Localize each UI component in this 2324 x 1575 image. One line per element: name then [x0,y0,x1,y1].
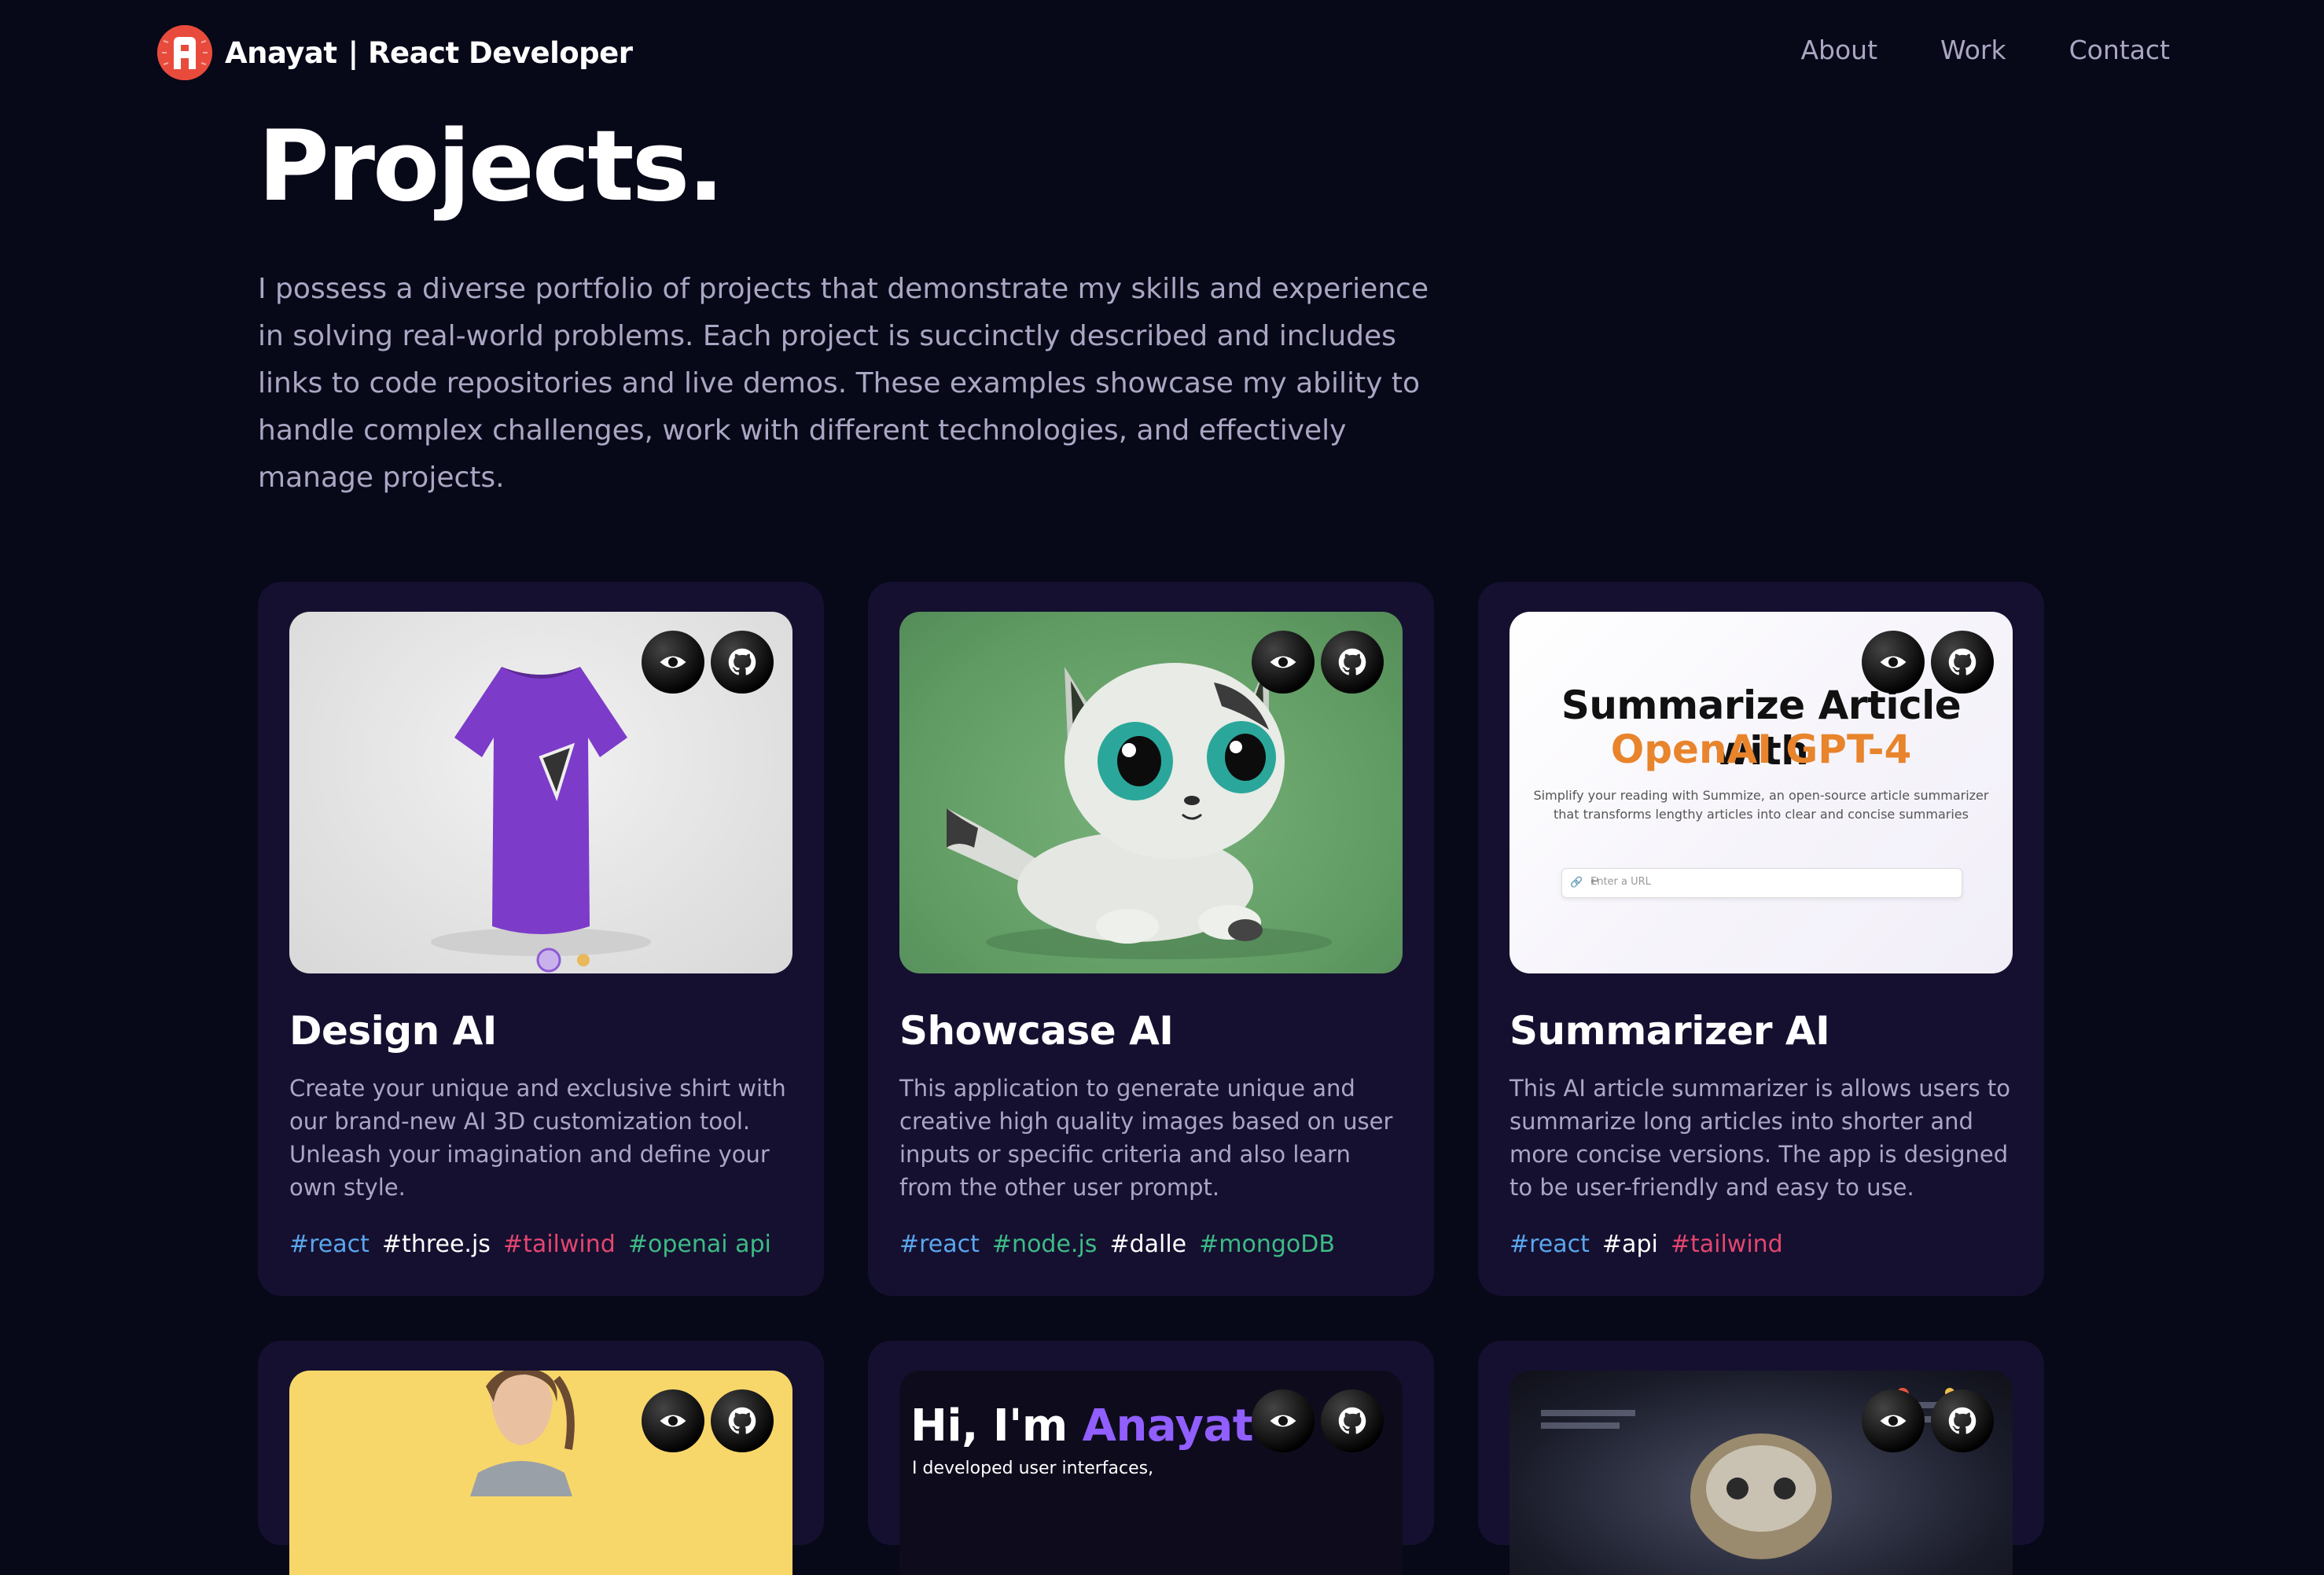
project-thumbnail [899,612,1403,973]
eye-icon [1270,656,1296,668]
source-code-button[interactable] [1931,631,1994,694]
project-thumbnail: Summarize Article with OpenAI GPT-4 Simp… [1509,612,2013,973]
tag: #react [1509,1231,1590,1258]
project-card-summarizer-ai: Summarize Article with OpenAI GPT-4 Simp… [1478,582,2044,1296]
project-description: This application to generate unique and … [899,1075,1393,1201]
tag: #tailwind [1670,1231,1783,1258]
project-thumbnail: Hi, I'm Anayat I developed user interfac… [899,1371,1403,1575]
navbar: Anayat | React Developer About Work Conta… [0,0,2324,105]
thumb-greeting: Hi, I'm Anayat [910,1400,1254,1452]
thumb-subtitle: Simplify your reading with Summize, an o… [1533,788,1989,822]
source-code-button[interactable] [711,1389,774,1452]
thumb-url-input: 🔗 Enter a URL ↵ [1561,868,1962,898]
github-icon [1948,648,1977,675]
nav-links: About Work Contact [1800,35,2170,65]
project-tags: #react #three.js #tailwind #openai api [289,1231,771,1258]
project-thumbnail [289,612,792,973]
project-tags: #react #node.js #dalle #mongoDB [899,1231,1335,1258]
eye-icon [1270,1415,1296,1427]
thumb-tagline: I developed user interfaces, [912,1459,1154,1478]
live-demo-button[interactable] [1862,631,1925,694]
eye-icon [660,656,686,668]
brand-role: | React Developer [347,35,633,70]
tag: #react [899,1231,980,1258]
page-title: Projects. [258,110,725,223]
source-code-button[interactable] [1931,1389,1994,1452]
enter-icon: ↵ [1590,875,1600,888]
greeting-text: Hi, I'm [910,1400,1068,1452]
live-demo-button[interactable] [1252,631,1315,694]
tag: #three.js [381,1231,491,1258]
eye-icon [1880,1415,1907,1427]
project-thumbnail [289,1371,792,1575]
project-card-showcase-ai: Showcase AI This application to generate… [868,582,1434,1296]
github-icon [1338,648,1366,675]
nav-link-contact[interactable]: Contact [2069,35,2170,65]
github-icon [1948,1407,1977,1434]
project-card: Hi, I'm Anayat I developed user interfac… [868,1341,1434,1575]
project-card [258,1341,824,1575]
nav-link-work[interactable]: Work [1940,35,2006,65]
live-demo-button[interactable] [642,1389,704,1452]
source-code-button[interactable] [1321,1389,1384,1452]
project-card-design-ai: Design AI Create your unique and exclusi… [258,582,824,1296]
brand-text: Anayat | React Developer [225,36,633,70]
thumb-heading-accent: OpenAI GPT-4 [1610,727,1912,772]
project-title: Design AI [289,1008,497,1054]
project-title: Summarizer AI [1509,1008,1830,1054]
link-icon: 🔗 [1570,877,1583,889]
github-icon [728,648,756,675]
eye-icon [660,1415,686,1427]
live-demo-button[interactable] [1862,1389,1925,1452]
github-icon [728,1407,756,1434]
page-description: I possess a diverse portfolio of project… [258,273,1429,494]
tag: #node.js [991,1231,1098,1258]
source-code-button[interactable] [711,631,774,694]
tag: #openai api [627,1231,771,1258]
live-demo-button[interactable] [1252,1389,1315,1452]
github-icon [1338,1407,1366,1434]
greeting-name: Anayat [1082,1400,1254,1452]
logo-icon [157,25,212,80]
nav-link-about[interactable]: About [1800,35,1877,65]
tag: #api [1601,1231,1658,1258]
source-code-button[interactable] [1321,631,1384,694]
project-description: This AI article summarizer is allows use… [1509,1075,2010,1201]
project-description: Create your unique and exclusive shirt w… [289,1075,786,1201]
project-tags: #react #api #tailwind [1509,1231,1783,1258]
eye-icon [1880,656,1907,668]
tag: #tailwind [502,1231,616,1258]
project-title: Showcase AI [899,1008,1174,1054]
tag: #mongoDB [1199,1231,1335,1258]
brand-name: Anayat [225,35,337,70]
project-card [1478,1341,2044,1575]
live-demo-button[interactable] [642,631,704,694]
project-thumbnail [1509,1371,2013,1575]
brand-link[interactable]: Anayat | React Developer [157,25,633,80]
tag: #dalle [1109,1231,1187,1258]
tag: #react [289,1231,370,1258]
